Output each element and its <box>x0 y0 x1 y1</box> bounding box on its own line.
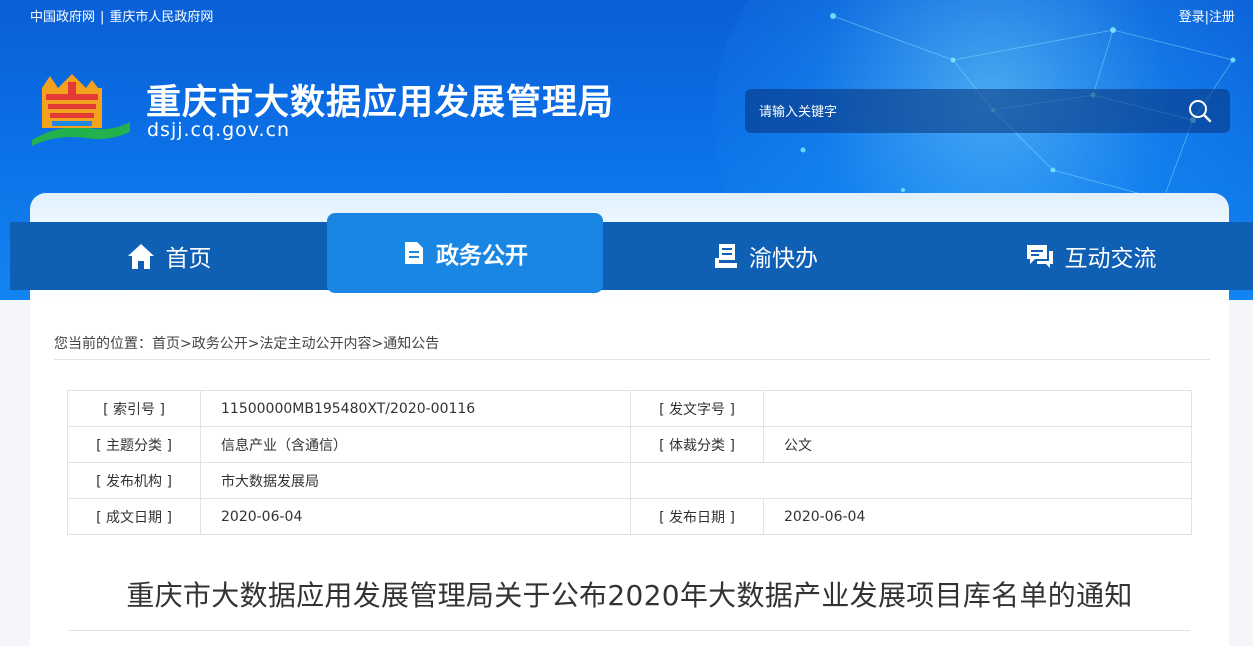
main-nav: 首页 政务公开 渝快办 互动交流 <box>10 213 1253 293</box>
breadcrumb-sep: > <box>247 336 260 352</box>
document-title: 重庆市大数据应用发展管理局关于公布2020年大数据产业发展项目库名单的通知 <box>126 579 1133 612</box>
table-row: [ 成文日期 ] 2020-06-04 [ 发布日期 ] 2020-06-04 <box>67 498 1192 535</box>
account-links: 登录|注册 <box>1179 6 1235 25</box>
site-domain: dsjj.cq.gov.cn <box>147 119 291 141</box>
register-link[interactable]: 注册 <box>1209 10 1235 25</box>
document-icon <box>405 242 423 264</box>
nav-item-gov-affairs[interactable]: 政务公开 <box>327 213 603 293</box>
breadcrumb-statutory[interactable]: 法定主动公开内容 <box>259 336 371 352</box>
breadcrumb-prefix: 您当前的位置： <box>54 336 152 352</box>
created-value: 2020-06-04 <box>200 498 631 535</box>
index-label: [ 索引号 ] <box>67 390 201 427</box>
content-panel: 您当前的位置：首页>政务公开>法定主动公开内容>通知公告 [ 索引号 ] 115… <box>30 303 1229 646</box>
issuer-label: [ 发布机构 ] <box>67 462 201 499</box>
breadcrumb-notices[interactable]: 通知公告 <box>383 336 439 352</box>
table-row: [ 发布机构 ] 市大数据发展局 <box>67 462 1192 499</box>
issuer-value: 市大数据发展局 <box>200 462 631 499</box>
home-icon <box>127 244 154 269</box>
nav-item-interaction[interactable]: 互动交流 <box>928 222 1253 290</box>
topbar-links: 中国政府网 | 重庆市人民政府网 <box>30 6 213 25</box>
breadcrumb-sep: > <box>371 336 384 352</box>
empty-cell <box>630 462 1192 499</box>
topbar-separator: | <box>100 10 105 25</box>
docno-value <box>763 390 1192 427</box>
site-title: 重庆市大数据应用发展管理局 <box>146 83 615 123</box>
title-divider <box>68 630 1190 631</box>
genre-value: 公文 <box>763 426 1192 463</box>
breadcrumb-divider <box>54 359 1210 360</box>
search-icon[interactable] <box>1188 99 1212 123</box>
topic-value: 信息产业（含通信） <box>200 426 631 463</box>
nav-label-yukuaiban: 渝快办 <box>749 246 818 272</box>
breadcrumb-home[interactable]: 首页 <box>152 336 180 352</box>
genre-label: [ 体裁分类 ] <box>630 426 764 463</box>
nav-item-home[interactable]: 首页 <box>10 222 327 290</box>
nav-item-yukuaiban[interactable]: 渝快办 <box>603 222 928 290</box>
chat-icon <box>1026 245 1053 268</box>
building-emblem-icon[interactable] <box>28 66 132 146</box>
link-gov-cn[interactable]: 中国政府网 <box>30 6 95 25</box>
docno-label: [ 发文字号 ] <box>630 390 764 427</box>
topic-label: [ 主题分类 ] <box>67 426 201 463</box>
document-meta-table: [ 索引号 ] 11500000MB195480XT/2020-00116 [ … <box>67 390 1192 535</box>
created-label: [ 成文日期 ] <box>67 498 201 535</box>
nav-label-home: 首页 <box>165 246 212 272</box>
stack-icon <box>715 244 737 268</box>
login-link[interactable]: 登录 <box>1179 10 1205 25</box>
index-value: 11500000MB195480XT/2020-00116 <box>200 390 631 427</box>
breadcrumb: 您当前的位置：首页>政务公开>法定主动公开内容>通知公告 <box>54 333 439 353</box>
table-row: [ 索引号 ] 11500000MB195480XT/2020-00116 [ … <box>67 390 1192 427</box>
breadcrumb-sep: > <box>180 336 192 352</box>
nav-label-interaction: 互动交流 <box>1064 246 1157 272</box>
search-input[interactable] <box>757 89 1161 135</box>
search-box <box>745 89 1230 135</box>
breadcrumb-gov-affairs[interactable]: 政务公开 <box>192 336 248 352</box>
nav-label-gov-affairs: 政务公开 <box>436 243 528 269</box>
link-cq-gov[interactable]: 重庆市人民政府网 <box>109 6 213 25</box>
published-value: 2020-06-04 <box>763 498 1192 535</box>
table-row: [ 主题分类 ] 信息产业（含通信） [ 体裁分类 ] 公文 <box>67 426 1192 463</box>
published-label: [ 发布日期 ] <box>630 498 764 535</box>
